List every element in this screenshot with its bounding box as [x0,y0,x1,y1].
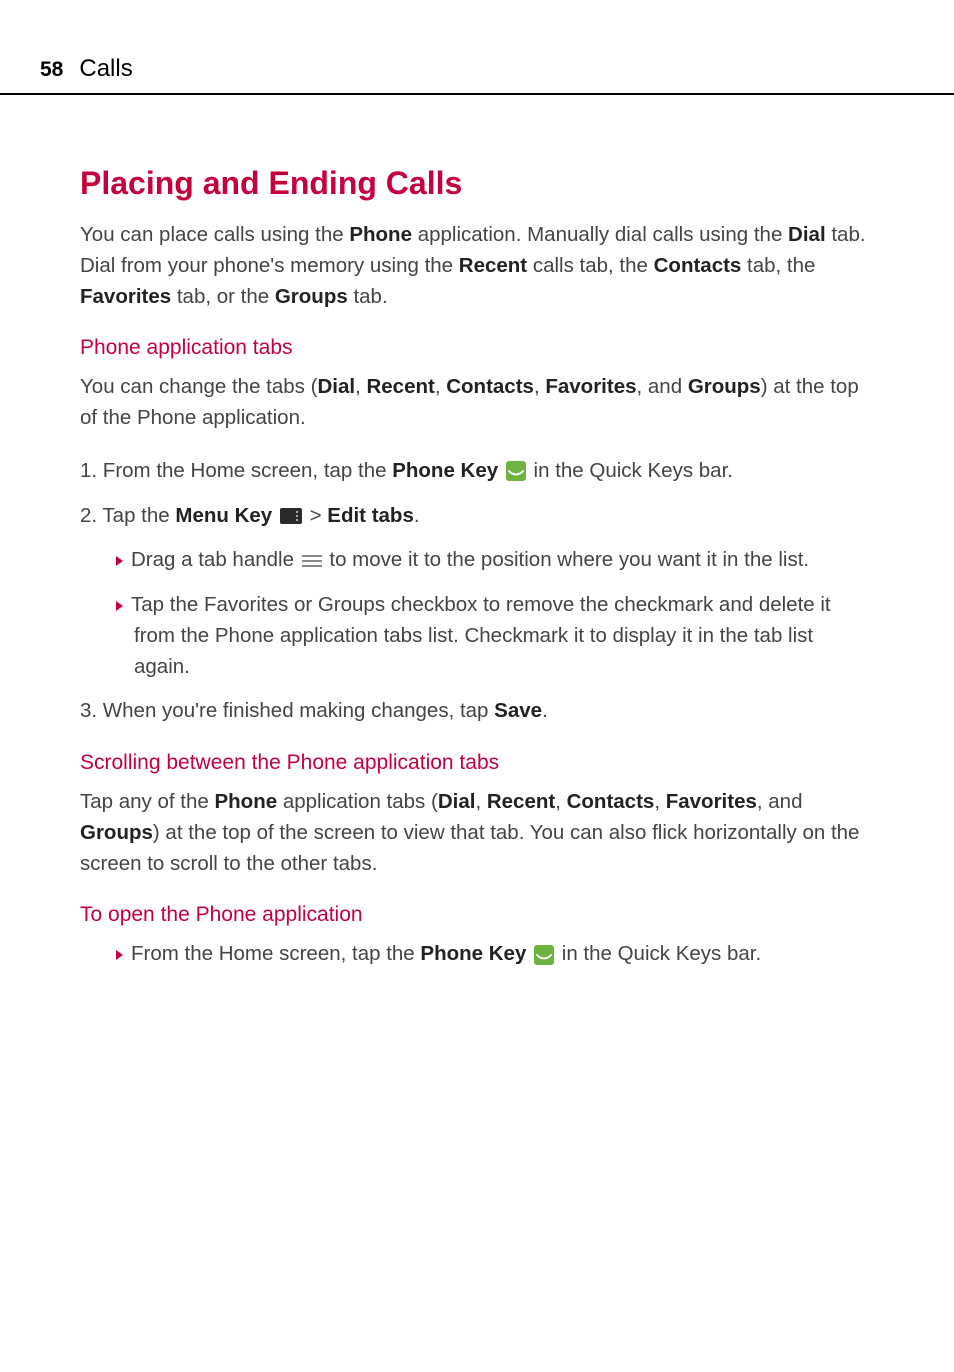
intro-paragraph: You can place calls using the Phone appl… [80,220,874,312]
phone-tabs-heading: Phone application tabs [80,336,874,360]
tab-handle-icon [302,554,322,568]
phone-tabs-intro: You can change the tabs (Dial, Recent, C… [80,372,874,434]
header-section-title: Calls [79,55,132,83]
sub-bullet-drag: Drag a tab handle to move it to the posi… [80,545,874,576]
arrow-icon [116,950,123,960]
phone-key-icon [506,461,526,481]
page-header: 58 Calls [0,0,954,95]
scrolling-heading: Scrolling between the Phone application … [80,751,874,775]
main-heading: Placing and Ending Calls [80,165,874,202]
sub-bullet-checkbox: Tap the Favorites or Groups checkbox to … [80,590,874,682]
step-1: 1. From the Home screen, tap the Phone K… [80,456,874,487]
open-phone-heading: To open the Phone application [80,903,874,927]
arrow-icon [116,556,123,566]
page-content: Placing and Ending Calls You can place c… [0,95,954,1004]
open-phone-bullet: From the Home screen, tap the Phone Key … [80,939,874,970]
step-3: 3. When you're finished making changes, … [80,696,874,727]
step-2: 2. Tap the Menu Key > Edit tabs. [80,501,874,532]
arrow-icon [116,601,123,611]
menu-key-icon [280,508,302,524]
scrolling-body: Tap any of the Phone application tabs (D… [80,787,874,879]
phone-key-icon [534,945,554,965]
page-number: 58 [40,58,63,82]
